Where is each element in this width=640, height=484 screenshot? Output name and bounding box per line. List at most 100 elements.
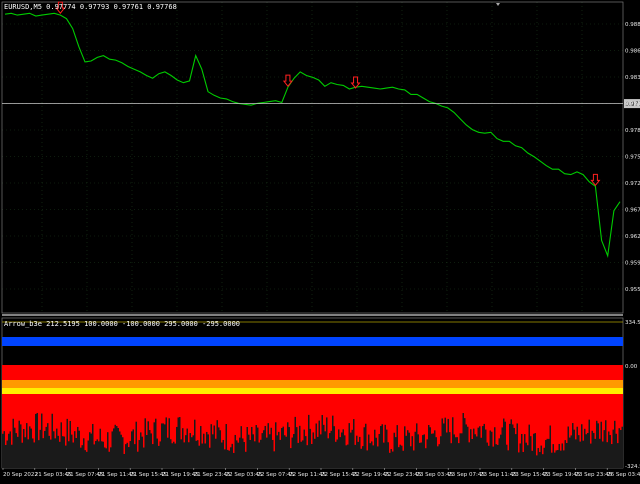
histogram-bar [378,433,380,468]
histogram-bar [237,442,239,468]
histogram-bar [446,432,448,468]
histogram-bar [575,439,577,468]
y-tick-label: 0.97285 [625,181,640,187]
histogram-bar [186,428,188,468]
histogram-bar [209,447,211,468]
histogram-bar [14,427,16,468]
histogram-bar [468,442,470,468]
histogram-bar [369,443,371,468]
histogram-bar [36,412,38,468]
shift-marker-icon [496,3,500,6]
histogram-bar [255,425,257,468]
histogram-bar [381,424,383,468]
histogram-bar [563,450,565,468]
histogram-bar [323,424,325,468]
histogram-bar [594,438,596,468]
y-tick-label: 0.98345 [625,75,640,81]
histogram-bar [59,441,61,468]
histogram-bar [305,436,307,468]
histogram-bar [54,438,56,468]
histogram-bar [63,436,65,468]
histogram-bar [555,450,557,468]
histogram-bar [536,455,538,468]
histogram-bar [554,452,556,468]
histogram-bar [515,434,517,468]
histogram-bar [525,442,527,468]
y-tick-label: 0.98080 [625,102,640,108]
histogram-bar [182,428,184,468]
histogram-bar [69,420,71,468]
histogram-bar [482,426,484,468]
histogram-bar [251,426,253,468]
histogram-bar [599,438,601,468]
histogram-bar [602,441,604,468]
histogram-bar [152,444,154,468]
histogram-bar [374,429,376,468]
histogram-bar [114,424,116,468]
histogram-bar [431,433,433,468]
histogram-bar [284,435,286,468]
histogram-bar [8,433,10,468]
histogram-bar [524,434,526,468]
histogram-bar [155,418,157,468]
histogram-bar [416,423,418,468]
histogram-bar [188,442,190,468]
histogram-bar [539,452,541,468]
histogram-bar [62,436,64,468]
histogram-bar [321,415,323,468]
histogram-bar [150,433,152,468]
main-chart-frame [1,1,624,314]
histogram-bar [527,445,529,468]
histogram-bar [429,427,431,468]
histogram-bar [77,426,79,468]
histogram-bar [246,427,248,468]
histogram-bar [480,437,482,468]
histogram-bar [476,436,478,468]
histogram-bar [137,451,139,468]
histogram-bar [147,421,149,468]
histogram-bar [126,442,128,468]
histogram-bar [263,430,265,468]
histogram-bar [219,430,221,468]
histogram-bar [258,442,260,468]
histogram-bar [417,434,419,468]
histogram-bar [260,439,262,468]
y-tick-label: 0.95545 [625,287,640,293]
histogram-bar [516,423,518,468]
histogram-bar [519,443,521,468]
histogram-bar [26,423,28,468]
histogram-bar [405,435,407,468]
price-chart[interactable]: 0.977680.988750.986100.983450.980800.978… [0,0,640,480]
histogram-bar [441,418,443,468]
histogram-bar [413,450,415,468]
histogram-bar [344,435,346,468]
histogram-bar [194,419,196,468]
histogram-bar [203,433,205,468]
histogram-bar [621,426,623,468]
histogram-bar [195,440,197,468]
histogram-bar [450,443,452,468]
histogram-bar [537,448,539,468]
histogram-bar [254,441,256,468]
y-tick-label: 0.97550 [625,155,640,161]
histogram-bar [488,445,490,468]
histogram-bar [558,443,560,468]
histogram-bar [264,425,266,468]
price-line [4,12,621,258]
main-grid [2,2,623,313]
histogram-bar [23,428,25,468]
histogram-bar [513,427,515,468]
histogram-bar [402,450,404,468]
histogram-bar [231,443,233,468]
histogram-bar [479,426,481,468]
histogram-bar [221,442,223,468]
histogram-bar [384,424,386,468]
histogram-bar [329,433,331,468]
histogram-bar [597,423,599,468]
histogram-bar [300,441,302,468]
histogram-bar [192,435,194,468]
histogram-bar [168,418,170,468]
histogram-bar [276,435,278,468]
histogram-bar [269,434,271,468]
histogram-bar [444,417,446,468]
